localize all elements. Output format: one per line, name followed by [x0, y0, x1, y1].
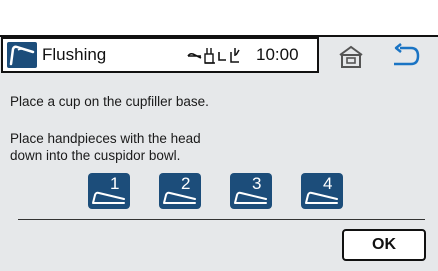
home-icon — [339, 45, 363, 68]
handpiece-number: 4 — [323, 174, 333, 193]
handpiece-icon — [305, 191, 338, 204]
handpiece-2-button[interactable]: 2 — [159, 173, 201, 209]
handpiece-icon — [92, 191, 125, 204]
title-bar: Flushing 10:00 — [1, 37, 319, 73]
status-icons — [187, 46, 243, 66]
page-title: Flushing — [42, 45, 107, 64]
instruction-handpieces-1: Place handpieces with the head — [10, 131, 201, 146]
handpiece-3-button[interactable]: 3 — [230, 173, 272, 209]
back-arrow-icon — [394, 43, 420, 66]
handpiece-number: 2 — [181, 174, 191, 193]
cuspidor-status-icon — [218, 52, 226, 61]
divider — [18, 219, 425, 220]
handpiece-icon — [163, 191, 196, 204]
clock: 10:00 — [256, 45, 299, 64]
handpiece-number: 1 — [110, 174, 120, 193]
handpiece-4-button[interactable]: 4 — [301, 173, 343, 209]
back-button[interactable] — [391, 43, 421, 69]
handpiece-number: 3 — [252, 174, 262, 193]
ok-button[interactable]: OK — [342, 229, 426, 261]
cupfiller-status-icon — [204, 48, 215, 64]
handpiece-icon — [234, 191, 267, 204]
handpiece-status-icon — [187, 52, 202, 59]
handpiece-icon — [7, 42, 37, 68]
instruction-cup: Place a cup on the cupfiller base. — [10, 94, 209, 109]
home-button[interactable] — [338, 45, 364, 69]
instruction-handpieces-2: down into the cuspidor bowl. — [10, 148, 181, 163]
water-status-icon — [230, 48, 240, 63]
handpiece-1-button[interactable]: 1 — [88, 173, 130, 209]
